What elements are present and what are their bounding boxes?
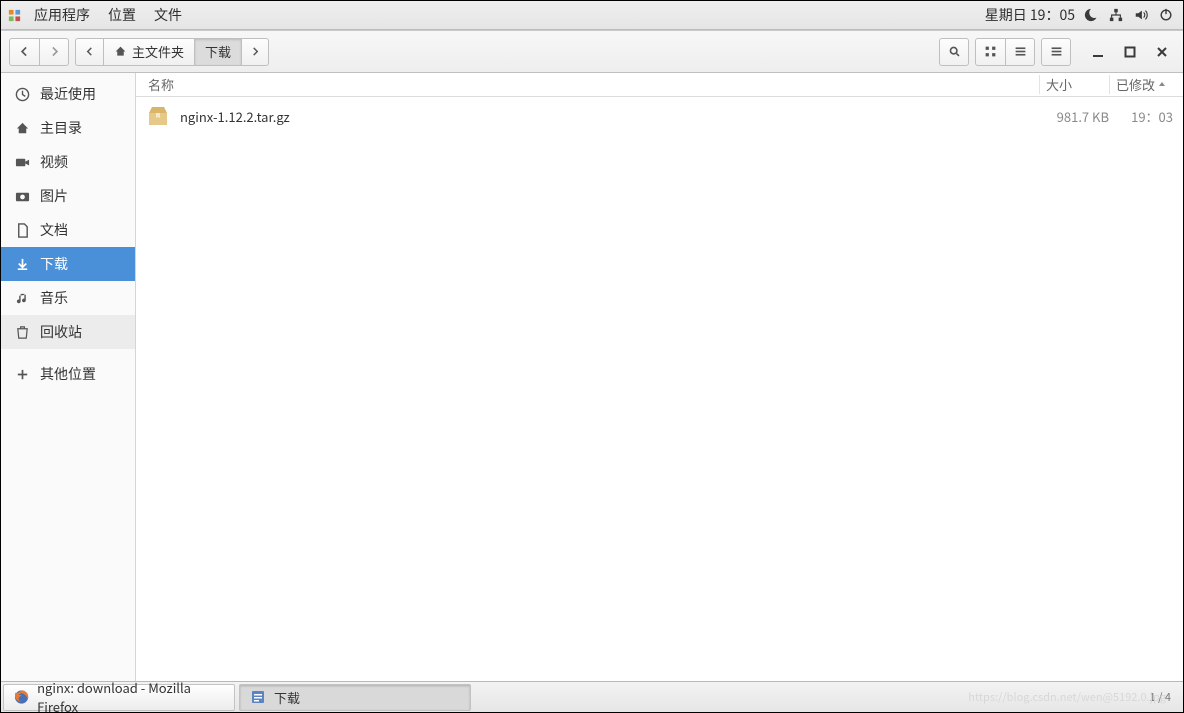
download-icon [15,257,30,272]
view-grid-button[interactable] [975,38,1005,66]
music-icon [15,291,30,306]
column-size[interactable]: 大小 [1039,75,1109,94]
sidebar-item-label: 图片 [40,186,68,206]
power-icon[interactable] [1159,8,1173,22]
night-icon[interactable] [1084,8,1098,22]
nav-back-button[interactable] [9,38,39,66]
plus-icon [15,367,30,382]
path-current[interactable]: 下载 [194,38,241,66]
sidebar-item-label: 下载 [40,254,68,274]
task-firefox[interactable]: nginx: download - Mozilla Firefox [3,684,235,711]
window-maximize-button[interactable] [1123,45,1137,59]
window-close-button[interactable] [1155,45,1169,59]
column-name[interactable]: 名称 [136,75,1039,94]
file-list: 名称 大小 已修改 nginx-1.12. [136,73,1183,681]
menu-places[interactable]: 位置 [99,1,145,29]
search-button[interactable] [939,38,969,66]
path-home[interactable]: 主文件夹 [103,38,194,66]
firefox-icon [14,689,29,705]
file-modified: 19：03 [1109,107,1183,126]
path-current-label: 下载 [205,42,231,61]
sidebar-item-trash[interactable]: 回收站 [1,315,135,349]
sort-asc-icon [1158,81,1166,89]
column-headers: 名称 大小 已修改 [136,73,1183,97]
task-files[interactable]: 下载 [239,684,471,711]
sidebar-item-label: 主目录 [40,118,82,138]
path-home-label: 主文件夹 [132,42,184,61]
volume-icon[interactable] [1134,8,1148,22]
workspace-pager[interactable]: 1 / 4 [1150,689,1183,705]
fm-toolbar: 主文件夹 下载 [1,31,1183,73]
clock-icon [15,87,30,102]
panel-datetime[interactable]: 星期日 19：05 [976,1,1084,29]
video-icon [15,155,30,170]
task-label: nginx: download - Mozilla Firefox [37,678,224,713]
apps-menu-icon [7,8,22,23]
sidebar-item-label: 视频 [40,152,68,172]
file-size: 981.7 KB [1039,107,1109,126]
sidebar-item-label: 回收站 [40,322,82,342]
file-row[interactable]: nginx-1.12.2.tar.gz 981.7 KB 19：03 [136,97,1183,135]
file-manager-window: 主文件夹 下载 最近使用 [1,30,1183,681]
path-prev-button[interactable] [75,38,103,66]
sidebar-item-label: 音乐 [40,288,68,308]
column-modified-label: 已修改 [1116,75,1155,94]
menu-apps[interactable]: 应用程序 [25,1,99,29]
sidebar-item-other[interactable]: 其他位置 [1,357,135,391]
sidebar-item-videos[interactable]: 视频 [1,145,135,179]
task-label: 下载 [274,688,300,707]
sidebar-item-home[interactable]: 主目录 [1,111,135,145]
network-icon[interactable] [1109,8,1123,22]
path-bar: 主文件夹 下载 [75,38,269,66]
column-modified[interactable]: 已修改 [1109,75,1183,94]
menu-files[interactable]: 文件 [145,1,191,29]
view-list-button[interactable] [1005,38,1035,66]
window-minimize-button[interactable] [1091,45,1105,59]
sidebar-item-downloads[interactable]: 下载 [1,247,135,281]
sidebar-item-music[interactable]: 音乐 [1,281,135,315]
top-panel: 应用程序 位置 文件 星期日 19：05 [1,1,1183,30]
trash-icon [15,325,30,340]
file-name: nginx-1.12.2.tar.gz [180,107,1039,126]
sidebar-item-label: 最近使用 [40,84,96,104]
hamburger-menu-button[interactable] [1041,38,1071,66]
camera-icon [15,189,30,204]
home-icon [114,45,127,58]
path-next-button[interactable] [241,38,269,66]
sidebar-item-recent[interactable]: 最近使用 [1,77,135,111]
nav-forward-button[interactable] [39,38,69,66]
sidebar-item-label: 文档 [40,220,68,240]
nav-buttons [9,38,69,66]
file-manager-icon [250,689,266,705]
doc-icon [15,223,30,238]
home-icon [15,121,30,136]
taskbar: nginx: download - Mozilla Firefox 下载 1 /… [1,681,1183,712]
sidebar-item-pictures[interactable]: 图片 [1,179,135,213]
sidebar-item-label: 其他位置 [40,364,96,384]
sidebar: 最近使用 主目录 视频 图片 文档 [1,73,136,681]
package-icon [146,105,170,127]
sidebar-item-documents[interactable]: 文档 [1,213,135,247]
